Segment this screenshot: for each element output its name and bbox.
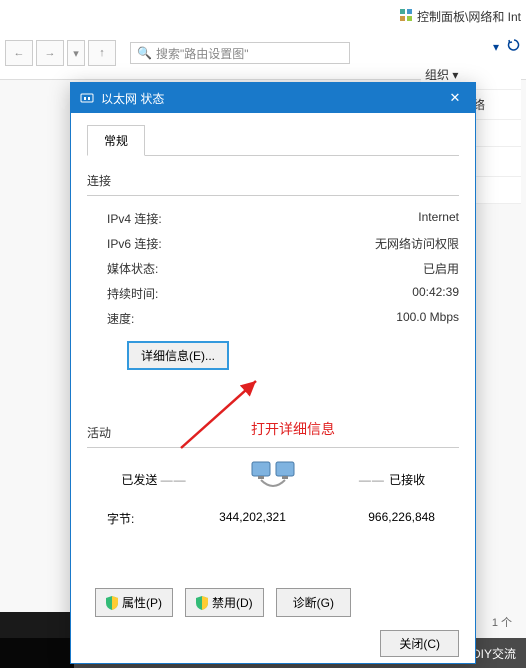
bytes-row: 字节: 344,202,321 966,226,848 bbox=[87, 500, 459, 527]
network-activity-icon bbox=[248, 458, 298, 500]
activity-row: 已发送 —— —— 已接收 bbox=[87, 458, 459, 500]
shield-icon bbox=[106, 596, 118, 610]
nav-history-button[interactable]: ▾ bbox=[67, 40, 85, 66]
tab-header: 常规 bbox=[87, 125, 459, 156]
search-icon: 🔍 bbox=[137, 46, 152, 60]
media-value: 已启用 bbox=[423, 260, 459, 277]
nav-back-button[interactable]: ← bbox=[5, 40, 33, 66]
properties-button[interactable]: 属性(P) bbox=[95, 588, 173, 617]
diagnose-button[interactable]: 诊断(G) bbox=[276, 588, 351, 617]
bg-right-toolbar: ▾ bbox=[493, 38, 521, 55]
dialog-title: 以太网 状态 bbox=[101, 90, 164, 107]
dashes: —— bbox=[359, 473, 389, 487]
recv-label: 已接收 bbox=[389, 473, 425, 487]
ethernet-status-dialog: 以太网 状态 ✕ 常规 连接 IPv4 连接: Internet IPv6 连接… bbox=[70, 82, 476, 664]
media-label: 媒体状态: bbox=[107, 260, 158, 277]
sent-side: 已发送 —— bbox=[99, 471, 209, 488]
nav-forward-button[interactable]: → bbox=[36, 40, 64, 66]
row-ipv6: IPv6 连接: 无网络访问权限 bbox=[87, 231, 459, 256]
recv-bytes: 966,226,848 bbox=[316, 510, 435, 527]
ethernet-icon bbox=[79, 90, 95, 106]
chevron-down-icon: ▾ bbox=[493, 40, 499, 54]
connection-header: 连接 bbox=[87, 172, 459, 195]
duration-label: 持续时间: bbox=[107, 285, 158, 302]
close-icon[interactable]: ✕ bbox=[435, 83, 475, 113]
ipv6-label: IPv6 连接: bbox=[107, 235, 162, 252]
row-speed: 速度: 100.0 Mbps bbox=[87, 306, 459, 331]
connection-section: 连接 IPv4 连接: Internet IPv6 连接: 无网络访问权限 媒体… bbox=[87, 172, 459, 370]
recv-side: —— 已接收 bbox=[337, 471, 447, 488]
duration-value: 00:42:39 bbox=[412, 285, 459, 302]
close-row: 关闭(C) bbox=[380, 630, 459, 657]
activity-header: 活动 bbox=[87, 424, 459, 447]
divider bbox=[87, 447, 459, 448]
ipv4-value: Internet bbox=[418, 210, 459, 227]
button-row: 属性(P) 禁用(D) 诊断(G) bbox=[87, 588, 459, 617]
search-placeholder: 搜索"路由设置图" bbox=[156, 45, 249, 62]
nav-up-button[interactable]: ↑ bbox=[88, 40, 116, 66]
ipv6-value: 无网络访问权限 bbox=[375, 235, 459, 252]
bytes-label: 字节: bbox=[107, 510, 167, 527]
divider bbox=[87, 195, 459, 196]
refresh-icon[interactable] bbox=[507, 38, 521, 55]
close-button[interactable]: 关闭(C) bbox=[380, 630, 459, 657]
sent-bytes: 344,202,321 bbox=[167, 510, 286, 527]
control-panel-icon bbox=[399, 8, 413, 25]
shield-icon bbox=[196, 596, 208, 610]
speed-value: 100.0 Mbps bbox=[396, 310, 459, 327]
breadcrumb-text: 控制面板\网络和 Int bbox=[417, 8, 521, 25]
dialog-titlebar: 以太网 状态 ✕ bbox=[71, 83, 475, 113]
row-duration: 持续时间: 00:42:39 bbox=[87, 281, 459, 306]
item-count: 1 个 bbox=[492, 614, 512, 630]
speed-label: 速度: bbox=[107, 310, 134, 327]
activity-section: 活动 已发送 —— —— bbox=[87, 424, 459, 527]
sent-label: 已发送 bbox=[121, 473, 157, 487]
disable-button[interactable]: 禁用(D) bbox=[185, 588, 264, 617]
tab-general[interactable]: 常规 bbox=[87, 125, 145, 156]
search-box[interactable]: 🔍 搜索"路由设置图" bbox=[130, 42, 350, 64]
ipv4-label: IPv4 连接: bbox=[107, 210, 162, 227]
nav-buttons: ← → ▾ ↑ bbox=[5, 40, 116, 66]
breadcrumb: 控制面板\网络和 Int bbox=[399, 8, 521, 25]
details-button[interactable]: 详细信息(E)... bbox=[127, 341, 229, 370]
dashes: —— bbox=[161, 473, 187, 487]
row-ipv4: IPv4 连接: Internet bbox=[87, 206, 459, 231]
row-media: 媒体状态: 已启用 bbox=[87, 256, 459, 281]
